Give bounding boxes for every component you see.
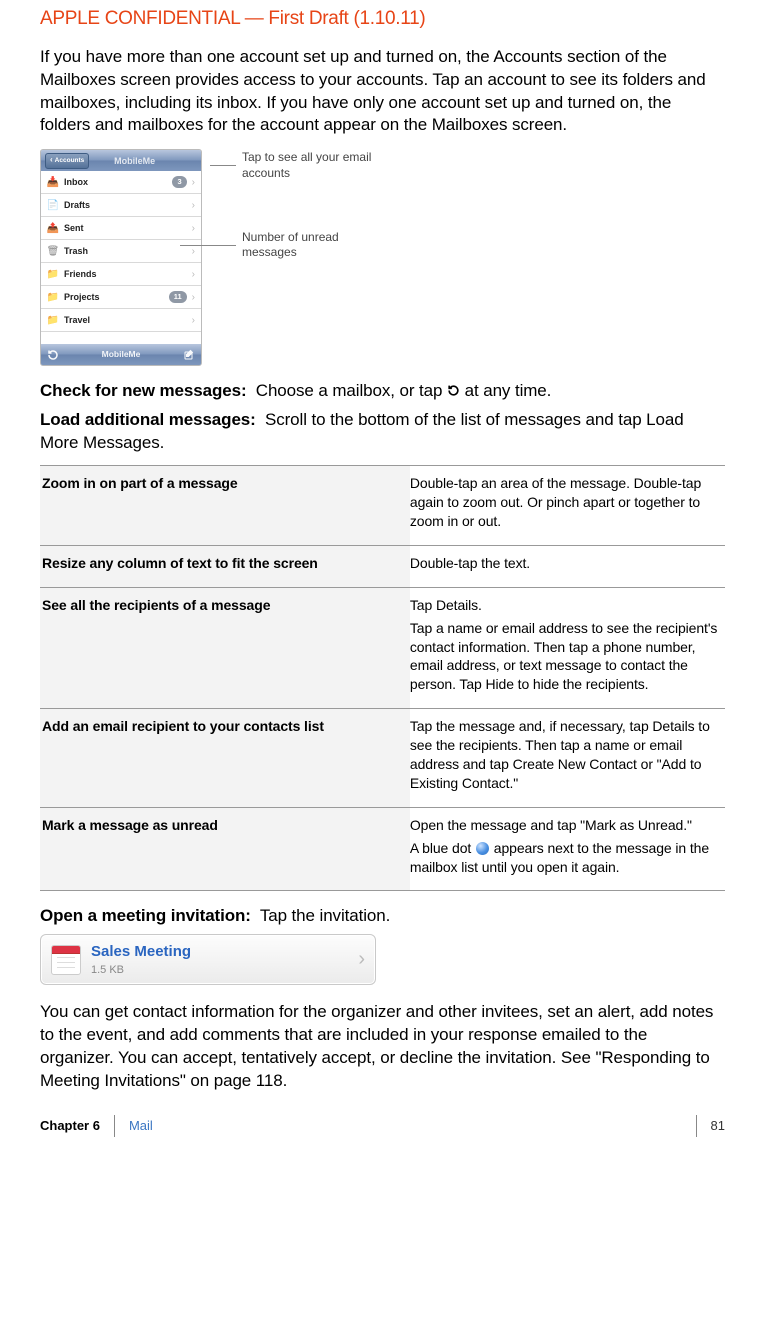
folder-icon: 🗑 (47, 246, 59, 256)
tip-left: Mark a message as unread (40, 807, 410, 891)
mailbox-label: Projects (64, 291, 164, 303)
mailbox-label: Trash (64, 245, 187, 257)
phone-mock: Accounts MobileMe 📥 Inbox 3 › 📄 Drafts › 📤 Sent ›… (40, 149, 202, 366)
mailbox-list: 📥 Inbox 3 › 📄 Drafts › 📤 Sent › 🗑 Trash › 📁 Friends › 📁 P… (41, 171, 201, 344)
chevron-right-icon: › (192, 176, 195, 190)
mailbox-row[interactable]: 📁 Friends › (41, 263, 201, 286)
meeting-attachment[interactable]: Sales Meeting 1.5 KB › (40, 934, 376, 985)
chevron-right-icon: › (192, 268, 195, 282)
page-footer: Chapter 6 Mail 81 (40, 1115, 725, 1137)
chevron-right-icon: › (192, 222, 195, 236)
compose-icon[interactable] (183, 349, 195, 361)
tips-table: Zoom in on part of a messageDouble-tap a… (40, 465, 725, 891)
load-more-line: Load additional messages: Scroll to the … (40, 409, 725, 455)
check-messages-bold: Check for new messages: (40, 381, 247, 400)
tip-right: Open the message and tap "Mark as Unread… (410, 807, 725, 891)
unread-badge: 3 (172, 176, 186, 188)
tip-left: Zoom in on part of a message (40, 466, 410, 546)
tip-right: Double-tap the text. (410, 545, 725, 587)
open-meeting-bold: Open a meeting invitation: (40, 906, 251, 925)
mailbox-row[interactable]: 📁 Projects 11 › (41, 286, 201, 309)
tip-left: See all the recipients of a message (40, 587, 410, 708)
tip-left: Add an email recipient to your contacts … (40, 709, 410, 808)
blue-dot-icon (476, 842, 489, 855)
unread-badge: 11 (169, 291, 187, 303)
tip-right: Double-tap an area of the message. Doubl… (410, 466, 725, 546)
chevron-right-icon: › (192, 314, 195, 328)
inline-refresh-icon (447, 381, 460, 394)
phone-toolbar: MobileMe (41, 344, 201, 365)
mailbox-label: Sent (64, 222, 187, 234)
folder-icon: 📁 (47, 269, 59, 279)
folder-icon: 📁 (47, 315, 59, 325)
chevron-right-icon: › (192, 199, 195, 213)
open-meeting-line: Open a meeting invitation: Tap the invit… (40, 905, 725, 928)
callout-unread: Number of unread messages (242, 230, 382, 261)
mailbox-row[interactable]: 📥 Inbox 3 › (41, 171, 201, 194)
folder-icon: 📥 (47, 177, 59, 187)
calendar-icon (51, 945, 81, 975)
confidential-banner: APPLE CONFIDENTIAL — First Draft (1.10.1… (40, 0, 725, 46)
mailbox-label: Drafts (64, 199, 187, 211)
folder-icon: 📤 (47, 223, 59, 233)
refresh-icon[interactable] (47, 349, 59, 361)
mailbox-row[interactable]: 📁 Travel › (41, 309, 201, 332)
load-more-bold: Load additional messages: (40, 410, 256, 429)
mailbox-row[interactable]: 📤 Sent › (41, 217, 201, 240)
meeting-title: Sales Meeting (91, 942, 358, 962)
phone-mock-container: Accounts MobileMe 📥 Inbox 3 › 📄 Drafts › 📤 Sent ›… (40, 149, 725, 366)
footer-chapter-name: Mail (129, 1117, 153, 1135)
folder-icon: 📄 (47, 200, 59, 210)
chevron-right-icon: › (358, 946, 365, 973)
chevron-right-icon: › (192, 245, 195, 259)
mailbox-label: Travel (64, 314, 187, 326)
tip-right: Tap Details.Tap a name or email address … (410, 587, 725, 708)
toolbar-title: MobileMe (102, 349, 141, 360)
tip-left: Resize any column of text to fit the scr… (40, 545, 410, 587)
meeting-paragraph: You can get contact information for the … (40, 1001, 725, 1093)
mailbox-label: Friends (64, 268, 187, 280)
open-meeting-text: Tap the invitation. (260, 906, 390, 925)
intro-paragraph: If you have more than one account set up… (40, 46, 725, 138)
phone-navbar: Accounts MobileMe (41, 150, 201, 171)
meeting-size: 1.5 KB (91, 963, 358, 978)
footer-page-number: 81 (696, 1115, 725, 1137)
check-messages-line: Check for new messages: Choose a mailbox… (40, 380, 725, 403)
mailbox-row[interactable]: 🗑 Trash › (41, 240, 201, 263)
folder-icon: 📁 (47, 292, 59, 302)
chevron-right-icon: › (192, 291, 195, 305)
callout-accounts: Tap to see all your email accounts (242, 150, 382, 181)
footer-chapter: Chapter 6 (40, 1117, 100, 1135)
mailbox-label: Inbox (64, 176, 167, 188)
phone-nav-title: MobileMe (72, 155, 197, 167)
callout-labels: Tap to see all your email accounts Numbe… (210, 149, 382, 260)
check-text-b: at any time. (465, 381, 552, 400)
mailbox-row[interactable]: 📄 Drafts › (41, 194, 201, 217)
tip-right: Tap the message and, if necessary, tap D… (410, 709, 725, 808)
check-text-a: Choose a mailbox, or tap (256, 381, 447, 400)
